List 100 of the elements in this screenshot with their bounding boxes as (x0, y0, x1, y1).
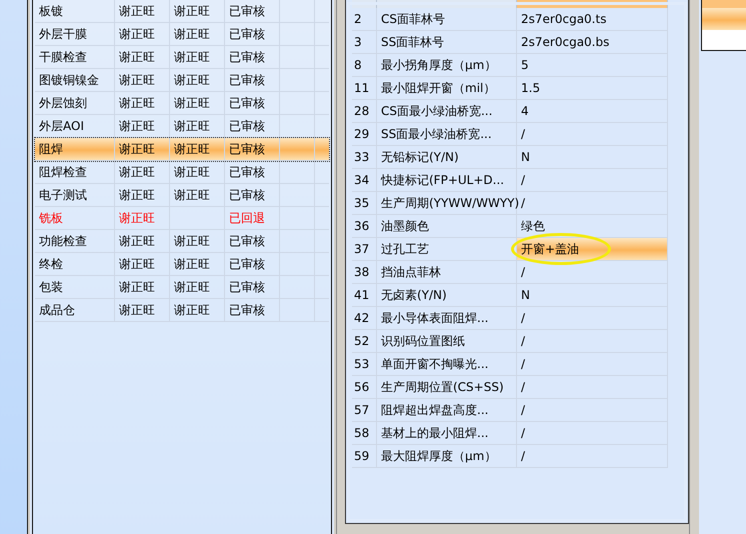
process-row[interactable]: 终检 谢正旺 谢正旺 已审核 (35, 253, 329, 276)
table-cell: 阻焊 (35, 138, 115, 160)
table-cell[interactable]: 开窗+盖油 (517, 238, 668, 260)
table-cell: 生产周期位置(CS+SS) (377, 376, 517, 398)
process-row[interactable]: 图镀铜镍金 谢正旺 谢正旺 已审核 (35, 69, 329, 92)
table-cell[interactable]: / (517, 376, 668, 398)
table-cell: 干膜检查 (35, 46, 115, 68)
table-cell[interactable]: 绿色 (517, 215, 668, 237)
table-cell: 谢正旺 (170, 69, 225, 91)
table-cell: 29 (352, 123, 377, 145)
table-cell[interactable]: 2s7er0cga0.ts (517, 8, 668, 30)
table-cell: 谢正旺 (170, 276, 225, 298)
table-cell: 28 (352, 100, 377, 122)
table-cell[interactable]: / (517, 422, 668, 444)
table-cell[interactable]: / (517, 192, 668, 214)
table-cell[interactable]: / (517, 123, 668, 145)
table-cell: 功能检查 (35, 230, 115, 252)
table-cell: 单面开窗不掏曝光... (377, 353, 517, 375)
table-cell: 无铅标记(Y/N) (377, 146, 517, 168)
table-cell: 谢正旺 (115, 92, 170, 114)
table-cell: 谢正旺 (170, 184, 225, 206)
table-cell: 已审核 (225, 138, 280, 160)
column-header[interactable] (352, 0, 377, 8)
table-cell: 已审核 (225, 184, 280, 206)
table-cell: 11 (352, 77, 377, 99)
table-cell: 8 (352, 54, 377, 76)
table-cell: 电子测试 (35, 184, 115, 206)
table-cell: 41 (352, 284, 377, 306)
table-cell: 最小导体表面阻焊... (377, 307, 517, 329)
table-cell: 谢正旺 (115, 299, 170, 321)
process-row[interactable]: 功能检查 谢正旺 谢正旺 已审核 (35, 230, 329, 253)
side-table (701, 0, 746, 51)
column-header[interactable] (377, 0, 517, 8)
table-cell: 谢正旺 (170, 299, 225, 321)
table-cell: 已审核 (225, 161, 280, 183)
table-cell: CS面菲林号 (377, 8, 517, 30)
table-cell: 57 (352, 399, 377, 421)
table-cell: 谢正旺 (115, 46, 170, 68)
table-cell: 谢正旺 (115, 184, 170, 206)
process-row[interactable]: 成品仓 谢正旺 谢正旺 已审核 (35, 299, 329, 322)
process-row[interactable]: 板镀 谢正旺 谢正旺 已审核 (35, 0, 329, 23)
table-cell[interactable]: / (517, 353, 668, 375)
table-cell: 生产周期(YYWW/WWYY) (377, 192, 517, 214)
table-cell: 谢正旺 (170, 138, 225, 160)
table-cell[interactable]: / (517, 445, 668, 467)
table-cell[interactable]: N (517, 146, 668, 168)
table-cell[interactable]: 5 (517, 54, 668, 76)
table-cell: 基材上的最小阻焊... (377, 422, 517, 444)
table-cell: 59 (352, 445, 377, 467)
table-cell: 已审核 (225, 299, 280, 321)
table-cell: 已审核 (225, 230, 280, 252)
table-cell[interactable]: / (517, 261, 668, 283)
table-cell[interactable]: 4 (517, 100, 668, 122)
table-cell[interactable]: / (517, 399, 668, 421)
table-cell: 谢正旺 (115, 207, 170, 229)
table-cell: 36 (352, 215, 377, 237)
table-cell: 谢正旺 (170, 23, 225, 45)
table-cell: 无卤素(Y/N) (377, 284, 517, 306)
table-cell: 谢正旺 (115, 230, 170, 252)
table-cell: 已审核 (225, 92, 280, 114)
table-cell: 最大阻焊厚度（μm） (377, 445, 517, 467)
process-row[interactable]: 阻焊 谢正旺 谢正旺 已审核 (35, 138, 329, 161)
table-cell: 油墨颜色 (377, 215, 517, 237)
column-header[interactable] (517, 0, 668, 8)
table-cell[interactable]: / (517, 169, 668, 191)
table-cell: 谢正旺 (170, 161, 225, 183)
process-row[interactable]: 电子测试 谢正旺 谢正旺 已审核 (35, 184, 329, 207)
table-cell: 37 (352, 238, 377, 260)
table-cell: SS面最小绿油桥宽... (377, 123, 517, 145)
table-cell: 谢正旺 (115, 276, 170, 298)
table-cell: 谢正旺 (170, 253, 225, 275)
process-row[interactable]: 干膜检查 谢正旺 谢正旺 已审核 (35, 46, 329, 69)
table-cell: 已审核 (225, 276, 280, 298)
process-row[interactable]: 外层蚀刻 谢正旺 谢正旺 已审核 (35, 92, 329, 115)
table-cell: 35 (352, 192, 377, 214)
table-cell[interactable]: / (517, 330, 668, 352)
table-cell: 58 (352, 422, 377, 444)
process-row[interactable]: 外层干膜 谢正旺 谢正旺 已审核 (35, 23, 329, 46)
table-cell: 板镀 (35, 0, 115, 22)
table-cell: 已审核 (225, 23, 280, 45)
table-cell: 识别码位置图纸 (377, 330, 517, 352)
table-cell: 谢正旺 (115, 253, 170, 275)
table-cell[interactable]: / (517, 307, 668, 329)
process-row[interactable]: 包装 谢正旺 谢正旺 已审核 (35, 276, 329, 299)
table-cell[interactable]: 1.5 (517, 77, 668, 99)
table-cell: 阻焊检查 (35, 161, 115, 183)
table-cell[interactable]: N (517, 284, 668, 306)
table-cell: 33 (352, 146, 377, 168)
table-cell: 34 (352, 169, 377, 191)
table-cell: 已审核 (225, 0, 280, 22)
table-cell[interactable]: 2s7er0cga0.bs (517, 31, 668, 53)
process-row[interactable]: 阻焊检查 谢正旺 谢正旺 已审核 (35, 161, 329, 184)
table-cell: 56 (352, 376, 377, 398)
table-cell: 终检 (35, 253, 115, 275)
table-cell: 3 (352, 31, 377, 53)
table-cell: 快捷标记(FP+UL+D... (377, 169, 517, 191)
table-cell: 2 (352, 8, 377, 30)
table-cell: 谢正旺 (170, 230, 225, 252)
table-cell: 谢正旺 (115, 138, 170, 160)
table-cell: 谢正旺 (115, 0, 170, 22)
